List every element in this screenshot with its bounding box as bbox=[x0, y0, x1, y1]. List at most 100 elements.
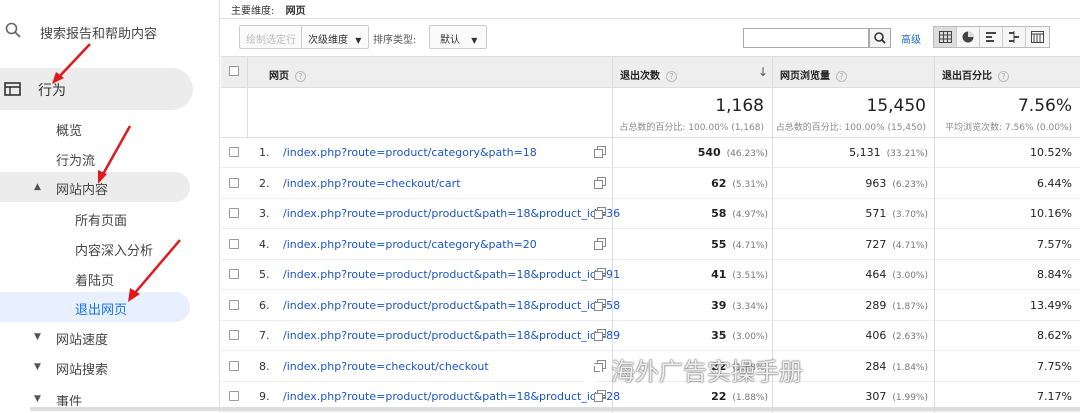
sort-type-dropdown[interactable]: 默认 ▼ bbox=[429, 25, 487, 49]
sidebar-item-site-speed-label: 网站速度 bbox=[56, 333, 109, 348]
pageviews-percent: (4.71%) bbox=[892, 240, 928, 251]
sort-type-label: 排序类型: bbox=[373, 35, 417, 46]
exits-cell: 58 (4.97%) bbox=[711, 207, 768, 220]
grid-icon bbox=[938, 31, 952, 43]
open-external-icon[interactable] bbox=[594, 237, 606, 250]
caret-down-icon: ▼ bbox=[34, 362, 41, 372]
primary-dimension-value[interactable]: 网页 bbox=[286, 6, 306, 17]
secondary-dimension-dropdown[interactable]: 次级维度 ▼ bbox=[301, 25, 369, 49]
open-external-icon[interactable] bbox=[594, 298, 606, 311]
total-exits-subtext: 占总数的百分比: 100.00% (1,168) bbox=[619, 123, 764, 133]
row-checkbox[interactable] bbox=[229, 208, 239, 218]
sidebar-item-site-speed[interactable]: ▼ 网站速度 bbox=[0, 322, 190, 352]
table-row: 4. /index.php?route=product/category&path… bbox=[221, 230, 1080, 260]
sidebar-item-behavior[interactable]: 行为 bbox=[0, 68, 193, 110]
plot-rows-button[interactable]: 绘制选定行 bbox=[239, 25, 303, 49]
help-icon[interactable]: ? bbox=[836, 70, 847, 82]
performance-view-button[interactable] bbox=[980, 27, 1003, 47]
exits-percent: (4.97%) bbox=[732, 210, 768, 220]
page-link[interactable]: /index.php?route=checkout/cart bbox=[283, 177, 461, 190]
open-external-icon[interactable] bbox=[594, 146, 606, 158]
pageviews-cell: 963 (6.23%) bbox=[865, 177, 928, 190]
help-icon[interactable]: ? bbox=[295, 70, 306, 82]
pageviews-value: 284 bbox=[865, 359, 887, 373]
exit-pct-value: 10.16% bbox=[1030, 207, 1072, 220]
column-header-page[interactable]: 网页? bbox=[269, 57, 609, 87]
row-checkbox[interactable] bbox=[229, 360, 239, 371]
row-checkbox[interactable] bbox=[229, 147, 239, 157]
help-icon[interactable]: ? bbox=[998, 70, 1009, 82]
sidebar-item-behavior-flow[interactable]: 行为流 bbox=[56, 150, 95, 169]
column-header-exits-label: 退出次数 bbox=[620, 71, 660, 82]
comparison-view-button[interactable] bbox=[1003, 27, 1026, 47]
page-link[interactable]: /index.php?route=product/category&path=2… bbox=[283, 238, 537, 251]
table-search-input[interactable] bbox=[743, 28, 869, 48]
sidebar-item-exit-pages[interactable]: 退出网页 bbox=[0, 292, 190, 322]
help-icon[interactable]: ? bbox=[666, 70, 677, 82]
select-all-checkbox[interactable] bbox=[229, 66, 239, 76]
total-pageviews-value: 15,450 bbox=[866, 96, 926, 116]
pivot-view-button[interactable] bbox=[1026, 27, 1049, 47]
sidebar-item-all-pages[interactable]: 所有页面 bbox=[75, 210, 127, 229]
row-checkbox[interactable] bbox=[229, 299, 239, 310]
pageviews-value: 963 bbox=[865, 176, 887, 190]
sidebar-item-events[interactable]: ▼ 事件 bbox=[0, 384, 190, 406]
open-external-icon[interactable] bbox=[594, 207, 606, 219]
row-checkbox[interactable] bbox=[229, 269, 239, 279]
open-external-icon[interactable] bbox=[594, 268, 606, 280]
sidebar-item-content-drilldown[interactable]: 内容深入分析 bbox=[75, 240, 153, 259]
open-external-icon[interactable] bbox=[594, 176, 606, 189]
exits-percent: (1.88%) bbox=[732, 393, 768, 403]
page-link[interactable]: /index.php?route=product/product&path=18… bbox=[283, 207, 620, 220]
sidebar-item-landing-pages[interactable]: 着陆页 bbox=[75, 270, 114, 289]
sidebar-item-events-label: 事件 bbox=[56, 395, 83, 406]
table-row: 6. /index.php?route=product/product&path=… bbox=[221, 291, 1080, 321]
primary-dimension-bar: 主要维度: 网页 bbox=[231, 2, 306, 17]
open-external-icon[interactable] bbox=[594, 390, 606, 402]
pageviews-value: 727 bbox=[865, 237, 887, 251]
horizontal-scrollbar[interactable] bbox=[30, 405, 1080, 413]
pageviews-cell: 5,131 (33.21%) bbox=[849, 146, 928, 159]
row-index: 3. bbox=[259, 207, 270, 220]
pageviews-value: 464 bbox=[865, 268, 887, 281]
total-exit-pct-subtext: 平均浏览次数: 7.56% (0.00%) bbox=[945, 123, 1072, 133]
percentage-view-button[interactable] bbox=[957, 27, 980, 47]
row-checkbox[interactable] bbox=[229, 391, 239, 401]
sidebar-item-site-content[interactable]: ▲ 网站内容 bbox=[0, 172, 190, 202]
chevron-down-icon: ▼ bbox=[355, 36, 362, 45]
page-link[interactable]: /index.php?route=product/product&path=18… bbox=[283, 299, 620, 312]
pageviews-value: 5,131 bbox=[849, 146, 881, 159]
page-link[interactable]: /index.php?route=product/product&path=18… bbox=[283, 390, 620, 403]
sidebar-search[interactable]: 搜索报告和帮助内容 bbox=[0, 14, 220, 48]
pageviews-percent: (1.99%) bbox=[892, 393, 928, 403]
column-header-exits[interactable]: 退出次数? ↓ bbox=[620, 57, 772, 87]
exits-cell: 41 (3.51%) bbox=[711, 268, 768, 281]
page-link[interactable]: /index.php?route=product/product&path=18… bbox=[283, 268, 620, 281]
pageviews-cell: 406 (2.63%) bbox=[865, 329, 928, 342]
open-external-icon[interactable] bbox=[594, 329, 606, 341]
sidebar-item-site-search[interactable]: ▼ 网站搜索 bbox=[0, 352, 190, 382]
advanced-filter-link[interactable]: 高级 bbox=[901, 31, 921, 46]
totals-row: 1,168 占总数的百分比: 100.00% (1,168) 15,450 占总… bbox=[221, 88, 1080, 138]
page-link[interactable]: /index.php?route=product/product&path=18… bbox=[283, 329, 620, 342]
page-link[interactable]: /index.php?route=product/category&path=1… bbox=[283, 146, 537, 159]
row-checkbox[interactable] bbox=[229, 330, 239, 340]
column-header-pageviews[interactable]: 网页浏览量? bbox=[780, 57, 932, 87]
sidebar-item-exit-pages-label: 退出网页 bbox=[75, 303, 128, 318]
column-divider bbox=[247, 56, 248, 138]
row-index: 7. bbox=[259, 329, 270, 342]
page-link[interactable]: /index.php?route=checkout/checkout bbox=[283, 360, 489, 373]
sidebar-item-site-search-label: 网站搜索 bbox=[56, 363, 109, 378]
column-header-exit-pct[interactable]: 退出百分比? bbox=[942, 57, 1072, 87]
table-search-button[interactable] bbox=[869, 28, 891, 48]
exits-cell: 22 (1.88%) bbox=[711, 390, 768, 403]
exits-percent: (3.00%) bbox=[732, 332, 768, 342]
pageviews-cell: 284 (1.84%) bbox=[865, 360, 928, 373]
data-view-button[interactable] bbox=[934, 27, 957, 47]
row-checkbox[interactable] bbox=[229, 238, 239, 249]
exits-value: 540 bbox=[697, 146, 721, 159]
exits-percent: (3.34%) bbox=[732, 301, 768, 312]
exit-pct-value: 10.52% bbox=[1030, 146, 1072, 159]
row-checkbox[interactable] bbox=[229, 177, 239, 188]
sidebar-item-overview[interactable]: 概览 bbox=[56, 120, 82, 139]
